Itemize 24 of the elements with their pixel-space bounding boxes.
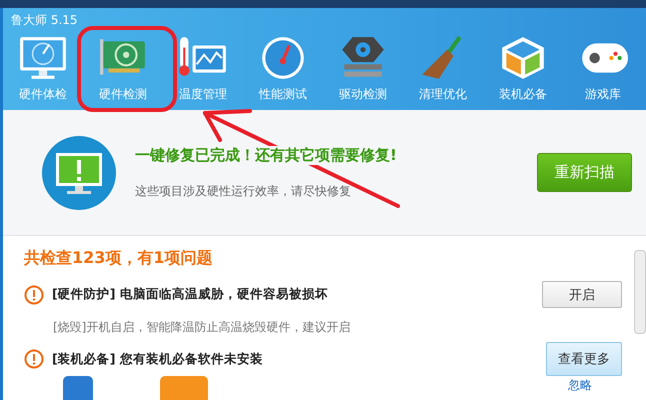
action-button[interactable]: 查看更多 <box>546 342 622 376</box>
nav-tab[interactable]: 游戏库 <box>563 35 643 103</box>
action-button[interactable]: 开启 <box>542 281 622 308</box>
issue-title: [硬件防护] 电脑面临高温威胁，硬件容易被损坏 <box>52 286 328 303</box>
issue-description: [烧毁]开机自启，智能降温防止高温烧毁硬件，建议开启 <box>53 319 352 336</box>
banner-subtext: 这些项目涉及硬性运行效率，请尽快修复 <box>135 182 352 200</box>
banner-heading: 一键修复已完成！还有其它项需要修复! <box>135 146 397 164</box>
scrollbar[interactable] <box>634 250 646 334</box>
nav-tab[interactable]: 驱动检测 <box>323 35 403 103</box>
warning-icon <box>24 349 44 369</box>
nav-tab[interactable]: 性能测试 <box>243 35 323 103</box>
nav-tab[interactable]: 装机必备 <box>483 35 563 103</box>
nav-tab[interactable]: 清理优化 <box>403 35 483 103</box>
ignore-link[interactable]: 忽略 <box>568 377 592 394</box>
window-title: 鲁大师 5.15 <box>10 12 79 29</box>
monitor-alert-icon <box>41 134 117 210</box>
nav-tab[interactable]: 温度管理 <box>163 35 243 103</box>
nav-tab[interactable]: 硬件体检 <box>3 35 83 103</box>
summary-heading: 共检查123项，有1项问题 <box>24 248 214 269</box>
issue-title: [装机必备] 您有装机必备软件未安装 <box>52 350 263 368</box>
rescan-button[interactable]: 重新扫描 <box>537 153 632 192</box>
nav-tab[interactable]: 硬件检测 <box>83 35 163 103</box>
monitor-icon <box>18 35 68 81</box>
warning-icon <box>24 284 44 304</box>
